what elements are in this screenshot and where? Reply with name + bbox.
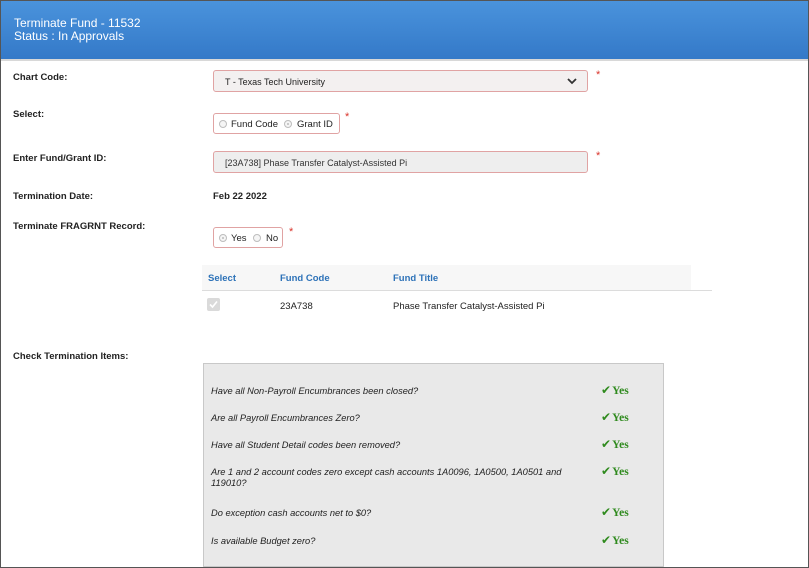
fund-grant-id-value: [23A738] Phase Transfer Catalyst-Assiste…: [225, 158, 408, 168]
termination-date-value: Feb 22 2022: [213, 191, 267, 202]
check-icon: ✔: [601, 383, 612, 397]
grant-id-radio[interactable]: [284, 120, 292, 128]
required-mark: *: [345, 111, 350, 123]
check-answer-text: Yes: [612, 466, 629, 478]
page-title: Terminate Fund - 11532 Status : In Appro…: [14, 17, 141, 43]
fund-code-radio[interactable]: [219, 120, 227, 128]
terminate-fragrnt-label: Terminate FRAGRNT Record:: [13, 221, 146, 232]
fragrnt-yes-radio[interactable]: [219, 234, 227, 242]
checkmark-icon: [209, 300, 218, 309]
check-answer-text: Yes: [612, 507, 629, 519]
fund-table-header: Select Fund Code Fund Title: [202, 265, 691, 291]
check-answer: ✔Yes: [601, 533, 629, 547]
check-answer: ✔Yes: [601, 437, 629, 451]
fund-code-option-label[interactable]: Fund Code: [231, 119, 278, 130]
fund-grant-id-label: Enter Fund/Grant ID:: [13, 153, 107, 164]
check-answer-text: Yes: [612, 385, 629, 397]
select-radio-group: Fund Code Grant ID: [213, 113, 340, 134]
page-title-status: Status : In Approvals: [14, 29, 125, 43]
column-header-fund-code: Fund Code: [280, 273, 330, 284]
check-question: Is available Budget zero?: [211, 536, 316, 546]
row-fund-title: Phase Transfer Catalyst-Assisted Pi: [393, 301, 545, 312]
check-icon: ✔: [601, 533, 612, 547]
termination-checklist: Have all Non-Payroll Encumbrances been c…: [203, 363, 664, 567]
check-answer: ✔Yes: [601, 505, 629, 519]
check-answer: ✔Yes: [601, 410, 629, 424]
header-divider: [1, 59, 808, 61]
page-header: Terminate Fund - 11532 Status : In Appro…: [1, 1, 808, 59]
check-question: Do exception cash accounts net to $0?: [211, 508, 372, 518]
chart-code-label: Chart Code:: [13, 72, 68, 83]
check-question: Have all Student Detail codes been remov…: [211, 440, 401, 450]
fragrnt-no-radio[interactable]: [253, 234, 261, 242]
check-icon: ✔: [601, 410, 612, 424]
column-header-fund-title: Fund Title: [393, 273, 439, 284]
check-answer-text: Yes: [612, 412, 629, 424]
chart-code-select[interactable]: T - Texas Tech University: [213, 70, 588, 92]
check-icon: ✔: [601, 464, 612, 478]
table-row-divider: [202, 290, 712, 291]
chart-code-value: T - Texas Tech University: [225, 77, 326, 87]
grant-id-option-label[interactable]: Grant ID: [297, 119, 333, 130]
check-answer-text: Yes: [612, 439, 629, 451]
check-question: Are all Payroll Encumbrances Zero?: [211, 413, 360, 423]
required-mark: *: [596, 69, 601, 81]
required-mark: *: [289, 226, 294, 238]
row-select-checkbox[interactable]: [207, 298, 220, 311]
row-fund-code: 23A738: [280, 301, 313, 312]
select-label: Select:: [13, 109, 45, 120]
check-icon: ✔: [601, 437, 612, 451]
check-answer: ✔Yes: [601, 464, 629, 478]
chevron-down-icon: [567, 78, 577, 85]
fund-grant-id-input[interactable]: [23A738] Phase Transfer Catalyst-Assiste…: [213, 151, 588, 173]
terminate-fragrnt-radio-group: Yes No: [213, 227, 283, 248]
check-answer: ✔Yes: [601, 383, 629, 397]
column-header-select: Select: [208, 273, 236, 284]
check-termination-label: Check Termination Items:: [13, 351, 129, 362]
fragrnt-no-label[interactable]: No: [266, 233, 278, 244]
check-question: Have all Non-Payroll Encumbrances been c…: [211, 386, 419, 396]
check-answer-text: Yes: [612, 535, 629, 547]
required-mark: *: [596, 150, 601, 162]
check-question: Are 1 and 2 account codes zero except ca…: [211, 467, 562, 488]
check-icon: ✔: [601, 505, 612, 519]
fragrnt-yes-label[interactable]: Yes: [231, 233, 247, 244]
terminate-fund-window: Terminate Fund - 11532 Status : In Appro…: [0, 0, 809, 568]
termination-date-label: Termination Date:: [13, 191, 94, 202]
